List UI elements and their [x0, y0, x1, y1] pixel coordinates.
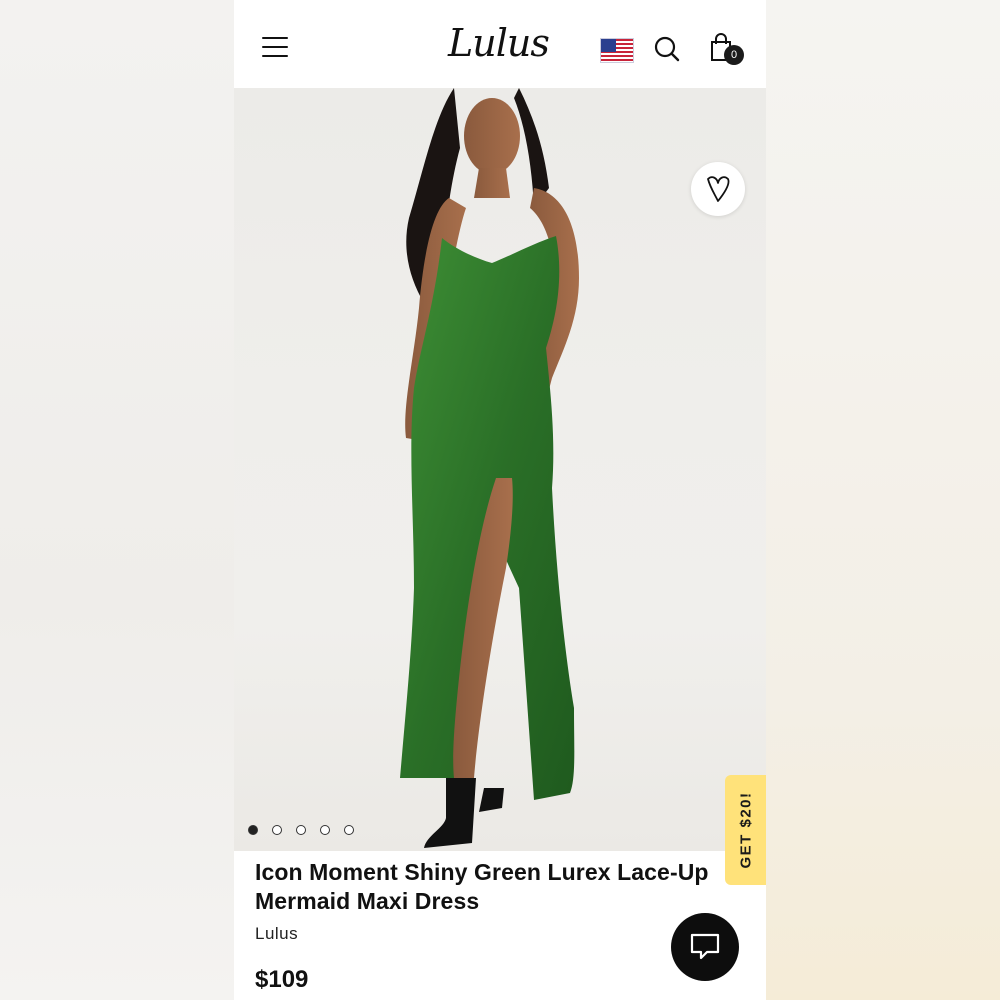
- heart-icon: [707, 176, 730, 202]
- product-photo: [400, 88, 579, 848]
- search-icon[interactable]: [653, 35, 681, 63]
- product-title: Icon Moment Shiny Green Lurex Lace-Up Me…: [255, 859, 709, 914]
- gallery-pagination-dots: [248, 825, 354, 837]
- top-navigation-bar: Lulus 0: [234, 0, 766, 88]
- background-blur-left: [0, 0, 234, 1000]
- hamburger-menu-icon[interactable]: [262, 37, 288, 57]
- chat-button[interactable]: [671, 913, 739, 981]
- promo-tab[interactable]: GET $20!: [725, 775, 766, 885]
- chat-bubble-icon: [690, 933, 720, 960]
- gallery-dot[interactable]: [248, 825, 258, 835]
- background-blur-right: [766, 0, 1000, 1000]
- gallery-dot[interactable]: [320, 825, 330, 835]
- gallery-dot[interactable]: [344, 825, 354, 835]
- product-image-gallery[interactable]: [234, 88, 766, 851]
- site-logo[interactable]: Lulus: [448, 18, 552, 68]
- product-brand[interactable]: Lulus: [255, 924, 298, 944]
- product-price: $109: [255, 966, 309, 993]
- mobile-page: Lulus 0 Icon Moment Shiny Green Lurex La…: [234, 0, 766, 1000]
- gallery-dot[interactable]: [272, 825, 282, 835]
- wishlist-button[interactable]: [691, 162, 745, 216]
- promo-label: GET $20!: [737, 791, 754, 869]
- cart-count-badge[interactable]: 0: [724, 45, 744, 65]
- us-flag-icon[interactable]: [600, 38, 634, 63]
- gallery-dot[interactable]: [296, 825, 306, 835]
